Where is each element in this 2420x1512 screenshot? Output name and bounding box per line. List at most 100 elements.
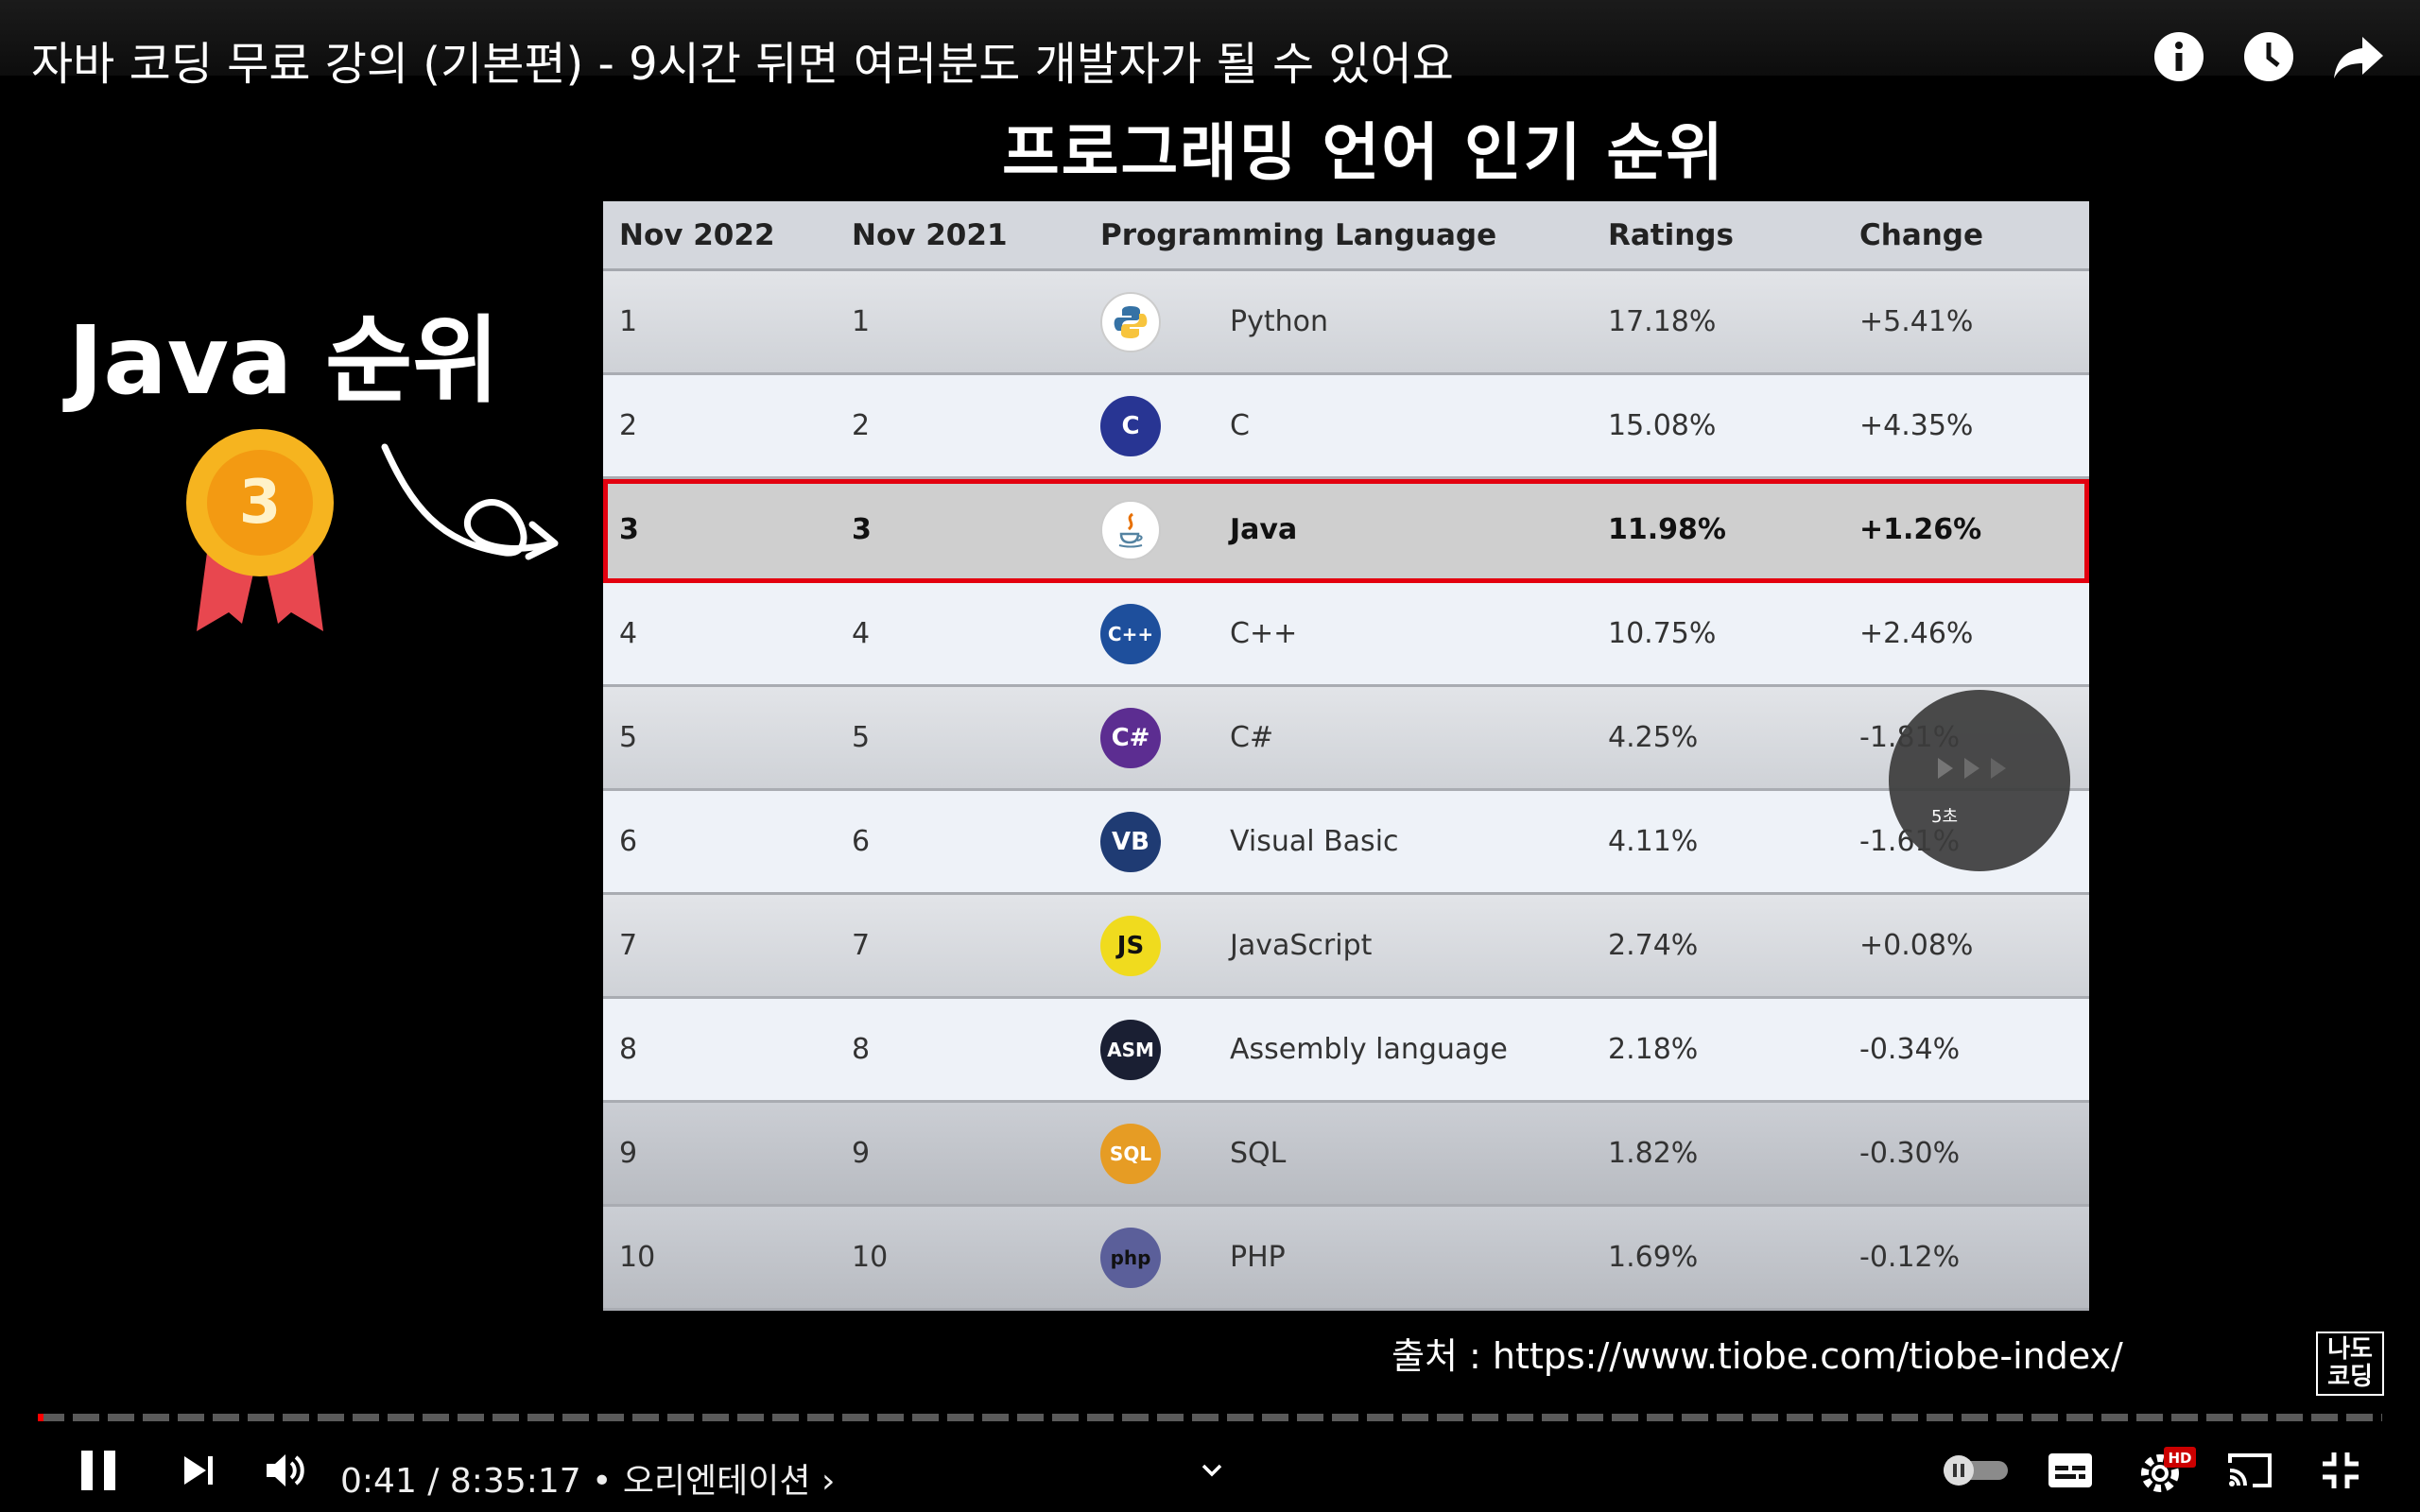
change-value: +1.26% [1859, 513, 1982, 546]
chapter-segment [2101, 1414, 2128, 1421]
rating-value: 10.75% [1608, 617, 1717, 650]
time-display: 0:41 / 8:35:17 • 오리엔테이션 › [340, 1462, 836, 1501]
language-name: JavaScript [1230, 929, 1373, 962]
language-name: Assembly language [1230, 1033, 1508, 1066]
asm-logo: ASM [1100, 1019, 1161, 1080]
language-name: Visual Basic [1230, 825, 1399, 858]
ranking-table: Nov 2022 Nov 2021 Programming Language R… [603, 201, 2089, 1311]
js-logo: JS [1100, 915, 1161, 976]
player-controls: 0:41 / 8:35:17 • 오리엔테이션 › HD [0, 1429, 2420, 1512]
cast-icon[interactable] [2221, 1442, 2278, 1499]
rating-value: 17.18% [1608, 305, 1717, 338]
rank-2022: 7 [619, 929, 638, 962]
chapter-segment [1927, 1414, 1953, 1421]
change-value: -0.34% [1859, 1033, 1961, 1066]
skip-label: 5초 [1931, 807, 1959, 827]
channel-watermark[interactable]: 나도 코딩 [2316, 1332, 2384, 1396]
source-caption: 출처 : https://www.tiobe.com/tiobe-index/ [1392, 1335, 2123, 1377]
logo-cell: C [1084, 395, 1230, 456]
table-header: Nov 2022 Nov 2021 Programming Language R… [603, 201, 2089, 271]
rank-2021: 7 [852, 929, 871, 962]
exit-fullscreen-icon[interactable] [2312, 1442, 2369, 1499]
chapter-segment [73, 1414, 99, 1421]
chapter-segment [982, 1414, 1009, 1421]
language-name: C# [1230, 721, 1274, 754]
chapter-segment [1332, 1414, 1358, 1421]
chapter-segment [1017, 1414, 1044, 1421]
rating-value: 15.08% [1608, 409, 1717, 442]
time-current: 0:41 [340, 1462, 417, 1501]
watermark-line1: 나도 [2327, 1335, 2373, 1364]
rank-2021: 10 [852, 1241, 889, 1274]
table-row: 10 10 php PHP 1.69% -0.12% [603, 1207, 2089, 1311]
chapter-segment [283, 1414, 309, 1421]
info-icon[interactable] [2151, 28, 2207, 85]
chapter-segment [702, 1414, 729, 1421]
chapter-segment [597, 1414, 624, 1421]
medal-number: 3 [239, 468, 282, 538]
table-row: 8 8 ASM Assembly language 2.18% -0.34% [603, 999, 2089, 1103]
rating-value: 2.74% [1608, 929, 1699, 962]
skip-overlay-button[interactable]: 5초 [1889, 690, 2070, 871]
chapter-arrow-icon[interactable]: › [821, 1462, 835, 1501]
sql-logo: SQL [1100, 1123, 1161, 1184]
chapter-segment [1682, 1414, 1708, 1421]
rank-2021: 8 [852, 1033, 871, 1066]
rank-2021: 3 [852, 513, 872, 546]
watch-later-icon[interactable] [2240, 28, 2297, 85]
logo-cell [1084, 291, 1230, 352]
chapter-segment [2171, 1414, 2198, 1421]
chapter-segment [1157, 1414, 1184, 1421]
subtitles-icon[interactable] [2042, 1442, 2099, 1499]
change-value: +4.35% [1859, 409, 1974, 442]
autoplay-toggle[interactable] [1940, 1442, 2012, 1499]
chapter-segment [108, 1414, 134, 1421]
chapter-title[interactable]: 오리엔테이션 [623, 1462, 811, 1501]
python-logo [1100, 291, 1161, 352]
chapter-segment [1472, 1414, 1498, 1421]
rank-2022: 2 [619, 409, 638, 442]
share-icon[interactable] [2330, 28, 2387, 85]
video-title[interactable]: 자바 코딩 무료 강의 (기본편) - 9시간 뒤면 여러분도 개발자가 될 수… [31, 26, 1454, 93]
chapter-segment [947, 1414, 974, 1421]
progress-bar[interactable] [38, 1414, 2382, 1421]
next-icon[interactable] [170, 1442, 227, 1499]
logo-cell: VB [1084, 811, 1230, 872]
table-row: 4 4 C++ C++ 10.75% +2.46% [603, 583, 2089, 687]
csharp-logo: C# [1100, 707, 1161, 768]
chevron-down-icon[interactable] [1193, 1442, 1231, 1499]
rank-2022: 4 [619, 617, 638, 650]
rank-2021: 2 [852, 409, 871, 442]
logo-cell: C++ [1084, 603, 1230, 664]
rating-value: 2.18% [1608, 1033, 1699, 1066]
chapter-segment [1647, 1414, 1673, 1421]
settings-icon[interactable]: HD [2133, 1442, 2199, 1499]
table-row: 7 7 JS JavaScript 2.74% +0.08% [603, 895, 2089, 999]
language-name: Java [1230, 513, 1298, 546]
table-row: 2 2 C C 15.08% +4.35% [603, 375, 2089, 479]
pause-icon[interactable] [70, 1442, 127, 1499]
logo-cell [1084, 499, 1230, 560]
chapter-segment [2031, 1414, 2058, 1421]
header-nov-2021: Nov 2021 [852, 217, 1008, 252]
chapter-segment [1577, 1414, 1603, 1421]
language-name: C++ [1230, 617, 1298, 650]
java-logo [1100, 499, 1161, 560]
chapter-segment [632, 1414, 659, 1421]
chapter-segment [1122, 1414, 1149, 1421]
header-ratings: Ratings [1608, 217, 1734, 252]
chapter-segment [1857, 1414, 1883, 1421]
chapter-segment [1612, 1414, 1638, 1421]
table-row: 3 3 Java 11.98% +1.26% [603, 479, 2089, 583]
volume-icon[interactable] [257, 1442, 314, 1499]
table-row: 9 9 SQL SQL 1.82% -0.30% [603, 1103, 2089, 1207]
rating-value: 11.98% [1608, 513, 1726, 546]
logo-cell: php [1084, 1227, 1230, 1288]
rank-2021: 4 [852, 617, 871, 650]
chapter-segment [667, 1414, 694, 1421]
chapter-segment [1437, 1414, 1463, 1421]
chapter-segment [1087, 1414, 1114, 1421]
chapter-segment [353, 1414, 379, 1421]
chapter-segment [1822, 1414, 1848, 1421]
rank-2022: 6 [619, 825, 638, 858]
